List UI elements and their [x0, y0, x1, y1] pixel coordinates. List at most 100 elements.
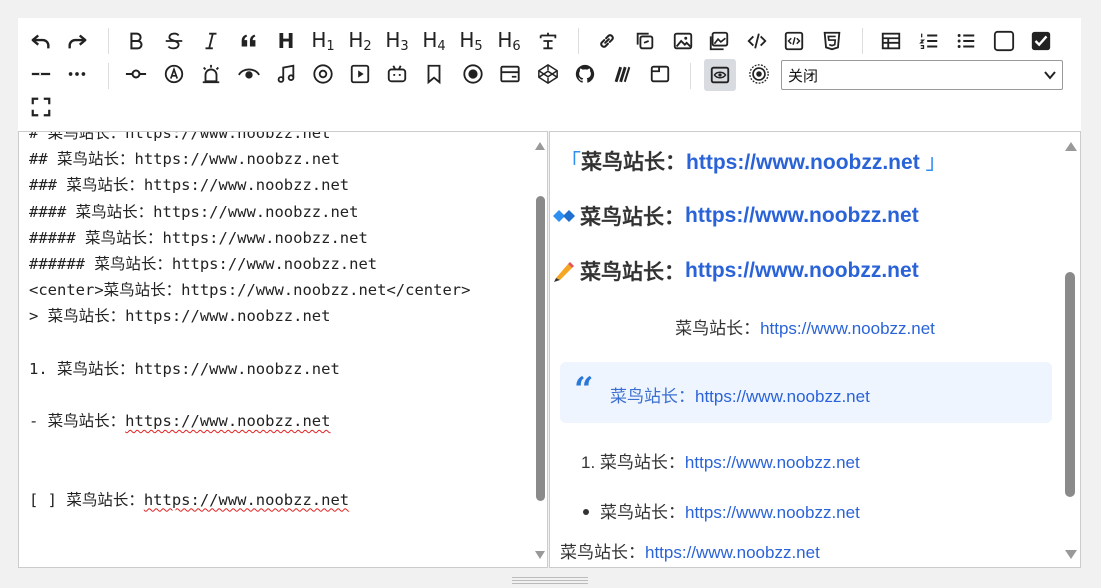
markdown-preview: 「菜鸟站长：https://www.noobzz.net 」 菜鸟站长： http…: [549, 131, 1081, 568]
table-button[interactable]: [876, 26, 906, 56]
scroll-down-arrow-icon[interactable]: [535, 551, 545, 559]
preview-blockquote: “ 菜鸟站长：https://www.noobzz.net: [560, 362, 1052, 423]
h6-button[interactable]: H6: [494, 26, 524, 56]
redo-button[interactable]: [62, 26, 92, 56]
folder-tab-button[interactable]: [645, 59, 675, 89]
code-block-button[interactable]: [779, 26, 809, 56]
bracket-close: 」: [925, 151, 947, 174]
strikethrough-button[interactable]: [159, 26, 189, 56]
commit-button[interactable]: [121, 59, 151, 89]
bold-button[interactable]: [121, 26, 151, 56]
editor-scrollbar[interactable]: [533, 132, 547, 567]
copy-link-icon: [636, 32, 654, 50]
blockquote-link[interactable]: https://www.noobzz.net: [695, 387, 870, 406]
editor-text-area[interactable]: # 菜鸟站长：https://www.noobzz.net ## 菜鸟站长：ht…: [29, 132, 471, 513]
toolbar-separator: [108, 28, 109, 54]
record-button[interactable]: [458, 59, 488, 89]
task-link[interactable]: https://www.noobzz.net: [645, 543, 820, 562]
checkbox-checked-button[interactable]: [1026, 26, 1056, 56]
codepen-button[interactable]: [533, 59, 563, 89]
ul-link[interactable]: https://www.noobzz.net: [685, 503, 860, 522]
disc-button[interactable]: [308, 59, 338, 89]
preview-scroll-thumb[interactable]: [1065, 272, 1075, 497]
letter-a-button[interactable]: [159, 59, 189, 89]
heading-icon: H: [277, 29, 295, 53]
ordered-list-item: 1. 菜鸟站长：https://www.noobzz.net: [581, 448, 860, 473]
task-list-item: 菜鸟站长：https://www.noobzz.net: [560, 538, 820, 563]
eye-icon: [238, 68, 260, 79]
editor-line: <center>菜鸟站长：https://www.noobzz.net</cen…: [29, 281, 471, 300]
bookmark-button[interactable]: [419, 59, 449, 89]
unordered-list-button[interactable]: [951, 26, 981, 56]
image-button[interactable]: [668, 26, 698, 56]
editor-task-prefix: [ ] 菜鸟站长：: [29, 490, 144, 509]
pencil-icon: [554, 262, 574, 282]
github-button[interactable]: [570, 59, 600, 89]
preview-h1-link[interactable]: https://www.noobzz.net: [686, 151, 920, 174]
checkbox-unchecked-button[interactable]: [989, 26, 1019, 56]
h1-button[interactable]: H1: [308, 26, 338, 56]
mode-select[interactable]: 关闭: [781, 60, 1063, 90]
h5-button[interactable]: H5: [456, 26, 486, 56]
preview-scrollbar[interactable]: [1062, 132, 1078, 567]
video-button[interactable]: [345, 59, 375, 89]
image-icon: [673, 32, 693, 50]
resize-handle[interactable]: [512, 577, 588, 585]
bullet-icon: [583, 509, 589, 515]
fullscreen-button[interactable]: [26, 92, 56, 122]
heading-button[interactable]: H: [271, 26, 301, 56]
preview-toggle-button[interactable]: [704, 59, 736, 91]
h4-icon: H4: [422, 27, 446, 54]
unordered-list-icon: [957, 34, 975, 48]
preview-h3-label: 菜鸟站长：: [580, 261, 685, 284]
mode-select-value: 关闭: [788, 66, 819, 85]
markdown-editor[interactable]: # 菜鸟站长：https://www.noobzz.net ## 菜鸟站长：ht…: [18, 131, 548, 568]
font-button[interactable]: [533, 26, 563, 56]
diamond-arrow-icon: [553, 210, 575, 222]
undo-button[interactable]: [26, 26, 56, 56]
gallery-button[interactable]: [704, 26, 734, 56]
scroll-up-arrow-icon[interactable]: [1065, 142, 1077, 151]
link-button[interactable]: [592, 26, 622, 56]
code-button[interactable]: [742, 26, 772, 56]
books-button[interactable]: [607, 59, 637, 89]
copy-link-button[interactable]: [630, 26, 660, 56]
h4-button[interactable]: H4: [419, 26, 449, 56]
quote-button[interactable]: [234, 26, 264, 56]
bilibili-button[interactable]: [382, 59, 412, 89]
card-button[interactable]: [495, 59, 525, 89]
h3-button[interactable]: H3: [382, 26, 412, 56]
more-icon: [68, 72, 86, 76]
preview-h3-link[interactable]: https://www.noobzz.net: [685, 259, 919, 283]
ol-number: 1.: [581, 453, 596, 472]
video-play-icon: [350, 64, 370, 84]
preview-h2: 菜鸟站长： https://www.noobzz.net: [552, 201, 919, 231]
codepen-icon: [538, 64, 558, 84]
preview-h2-link[interactable]: https://www.noobzz.net: [685, 204, 919, 228]
target-button[interactable]: [744, 59, 774, 89]
bracket-open: 「: [560, 151, 581, 174]
html5-button[interactable]: [817, 26, 847, 56]
alarm-button[interactable]: [196, 59, 226, 89]
blockquote-text: 菜鸟站长：https://www.noobzz.net: [610, 382, 870, 407]
h2-button[interactable]: H2: [345, 26, 375, 56]
editor-scroll-thumb[interactable]: [536, 196, 545, 501]
ol-link[interactable]: https://www.noobzz.net: [685, 453, 860, 472]
ol-label: 菜鸟站长：: [599, 453, 685, 472]
italic-button[interactable]: [196, 26, 226, 56]
editor-list-prefix: - 菜鸟站长：: [29, 412, 126, 431]
preview-eye-button[interactable]: [234, 59, 264, 89]
ordered-list-button[interactable]: [914, 26, 944, 56]
scroll-down-arrow-icon[interactable]: [1065, 550, 1077, 559]
tab-window-icon: [650, 65, 670, 83]
music-note-icon: [277, 64, 295, 83]
preview-center-link[interactable]: https://www.noobzz.net: [760, 319, 935, 338]
commit-icon: [125, 69, 147, 79]
more-button[interactable]: [62, 59, 92, 89]
music-button[interactable]: [271, 59, 301, 89]
scroll-up-arrow-icon[interactable]: [535, 142, 545, 150]
horizontal-rule-button[interactable]: [26, 59, 56, 89]
